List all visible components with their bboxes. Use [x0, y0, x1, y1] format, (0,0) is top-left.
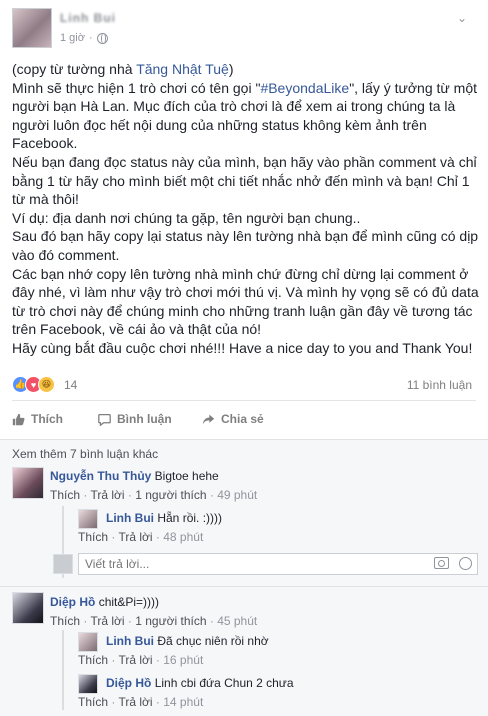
post-header: Linh Bui 1 giờ · ⌄	[12, 8, 476, 52]
reply-tools	[434, 557, 472, 570]
text-span: (copy từ tường nhà	[12, 61, 137, 77]
comment-item: Diệp Hồ chit&Pi=)))) Thích · Trả lời · 1…	[12, 592, 476, 628]
comment-body: Diệp Hồ chit&Pi=))))	[50, 594, 159, 610]
comment-text: Đã chục niên rồi nhờ	[157, 634, 269, 648]
thumbs-up-icon	[12, 413, 25, 425]
reply-thread-line	[62, 630, 64, 710]
comment-text: Hẵn rồi. :))))	[157, 511, 223, 525]
comment-like-link[interactable]: Thích	[78, 695, 108, 709]
comment-like-link[interactable]: Thích	[50, 488, 80, 502]
comment-reply-link[interactable]: Trả lời	[90, 614, 124, 628]
post-paragraph: Ví dụ: địa danh nơi chúng ta gặp, tên ng…	[12, 209, 361, 226]
comment-button[interactable]: Bình luận	[98, 412, 172, 426]
camera-icon[interactable]	[434, 557, 449, 569]
comment-time[interactable]: 16 phút	[163, 653, 203, 667]
reply-item: Linh Bui Hẵn rồi. :)))) Thích · Trả lời …	[78, 509, 476, 545]
commenter-name[interactable]: Nguyễn Thu Thủy	[50, 469, 151, 483]
post-paragraph: Mình sẽ thực hiện 1 trò chơi có tên gọi …	[12, 79, 482, 153]
reply-item: Diệp Hồ Linh cbi đứa Chun 2 chưa Thích ·…	[78, 674, 476, 710]
comment-item: Nguyễn Thu Thủy Bigtoe hehe Thích · Trả …	[12, 467, 476, 503]
share-label: Chia sẻ	[221, 412, 264, 426]
author-name[interactable]: Linh Bui	[60, 11, 116, 25]
comment-count[interactable]: 11 bình luận	[407, 378, 472, 392]
commenter-name[interactable]: Diệp Hồ	[50, 595, 95, 609]
comment-actions: Thích · Trả lời · 48 phút	[78, 530, 204, 544]
post-paragraph: Hãy cùng bắt đầu cuộc chơi nhé!!! Have a…	[12, 339, 473, 356]
haha-reaction-icon: 😆	[38, 376, 55, 393]
commenter-avatar[interactable]	[12, 592, 44, 624]
reactions-bar: 👍 ♥ 😆 14 11 bình luận	[12, 375, 476, 395]
hashtag-link[interactable]: #BeyondaLike	[260, 80, 349, 96]
share-icon	[202, 414, 215, 424]
globe-icon[interactable]	[96, 32, 108, 44]
comment-time[interactable]: 45 phút	[217, 614, 257, 628]
comment-actions: Thích · Trả lời · 1 người thích · 49 phú…	[50, 488, 258, 502]
text-span: Mình sẽ thực hiện 1 trò chơi có tên gọi …	[12, 79, 261, 96]
commenter-avatar[interactable]	[12, 467, 44, 499]
comments-section: Xem thêm 7 bình luận khác Nguyễn Thu Thủ…	[0, 439, 488, 716]
post-paragraph: (copy từ tường nhà Tăng Nhật Tuệ)	[12, 60, 482, 79]
view-more-comments-link[interactable]: Xem thêm 7 bình luận khác	[12, 447, 158, 461]
comment-body: Linh Bui Hẵn rồi. :))))	[106, 510, 222, 526]
reply-item: Linh Bui Đã chục niên rồi nhờ Thích · Tr…	[78, 632, 476, 668]
comment-label: Bình luận	[117, 412, 172, 426]
comment-reply-link[interactable]: Trả lời	[118, 530, 152, 544]
comment-reply-link[interactable]: Trả lời	[118, 653, 152, 667]
reaction-icons[interactable]: 👍 ♥ 😆	[12, 376, 55, 393]
comment-like-link[interactable]: Thích	[78, 530, 108, 544]
comment-actions: Thích · Trả lời · 16 phút	[78, 653, 204, 667]
post-time[interactable]: 1 giờ	[60, 32, 85, 44]
reply-input[interactable]	[79, 554, 419, 574]
emoji-icon[interactable]	[459, 557, 472, 570]
text-span: )	[228, 61, 234, 77]
comment-body: Diệp Hồ Linh cbi đứa Chun 2 chưa	[106, 675, 294, 691]
commenter-name[interactable]: Linh Bui	[106, 511, 154, 525]
comment-likes-count[interactable]: 1 người thích	[135, 614, 206, 628]
comment-text: Bigtoe hehe	[154, 469, 219, 483]
dot-separator: ·	[88, 32, 93, 44]
post-meta: 1 giờ ·	[60, 32, 108, 44]
comment-text: Linh cbi đứa Chun 2 chưa	[154, 676, 294, 690]
commenter-avatar[interactable]	[78, 632, 98, 652]
post-text: (copy từ tường nhà Tăng Nhật Tuệ) Mình s…	[12, 60, 482, 358]
commenter-name[interactable]: Linh Bui	[106, 634, 154, 648]
like-button[interactable]: Thích	[12, 412, 63, 426]
comment-text: chit&Pi=))))	[98, 595, 160, 609]
divider	[0, 586, 488, 587]
chevron-down-icon[interactable]: ⌄	[454, 10, 470, 26]
comment-actions: Thích · Trả lời · 1 người thích · 45 phú…	[50, 614, 258, 628]
commenter-avatar[interactable]	[78, 674, 98, 694]
like-label: Thích	[31, 412, 63, 426]
my-avatar	[53, 554, 73, 574]
post-card: Linh Bui 1 giờ · ⌄ (copy từ tường nhà Tă…	[0, 0, 488, 716]
comment-reply-link[interactable]: Trả lời	[118, 695, 152, 709]
share-button[interactable]: Chia sẻ	[202, 412, 264, 426]
comment-icon	[98, 413, 111, 426]
post-paragraph: Nếu bạn đang đọc status này của mình, bạ…	[12, 153, 477, 208]
action-bar: Thích Bình luận Chia sẻ	[12, 407, 476, 433]
comment-body: Linh Bui Đã chục niên rồi nhờ	[106, 633, 269, 649]
commenter-avatar[interactable]	[78, 509, 98, 529]
divider	[12, 400, 476, 401]
comment-like-link[interactable]: Thích	[50, 614, 80, 628]
post-paragraph: Sau đó bạn hãy copy lại status này lên t…	[12, 228, 479, 263]
commenter-name[interactable]: Diệp Hồ	[106, 676, 151, 690]
reaction-count[interactable]: 14	[64, 378, 77, 392]
comment-time[interactable]: 49 phút	[217, 488, 257, 502]
comment-body: Nguyễn Thu Thủy Bigtoe hehe	[50, 468, 219, 484]
mention-link[interactable]: Tăng Nhật Tuệ	[136, 61, 229, 77]
comment-reply-link[interactable]: Trả lời	[90, 488, 124, 502]
post-paragraph: Các bạn nhớ copy lên tường nhà mình chứ …	[12, 265, 479, 338]
author-avatar[interactable]	[12, 8, 52, 48]
comment-actions: Thích · Trả lời · 14 phút	[78, 695, 204, 709]
comment-likes-count[interactable]: 1 người thích	[135, 488, 206, 502]
comment-time[interactable]: 48 phút	[163, 530, 203, 544]
comment-time[interactable]: 14 phút	[163, 695, 203, 709]
comment-like-link[interactable]: Thích	[78, 653, 108, 667]
reply-input-box[interactable]	[78, 553, 478, 575]
